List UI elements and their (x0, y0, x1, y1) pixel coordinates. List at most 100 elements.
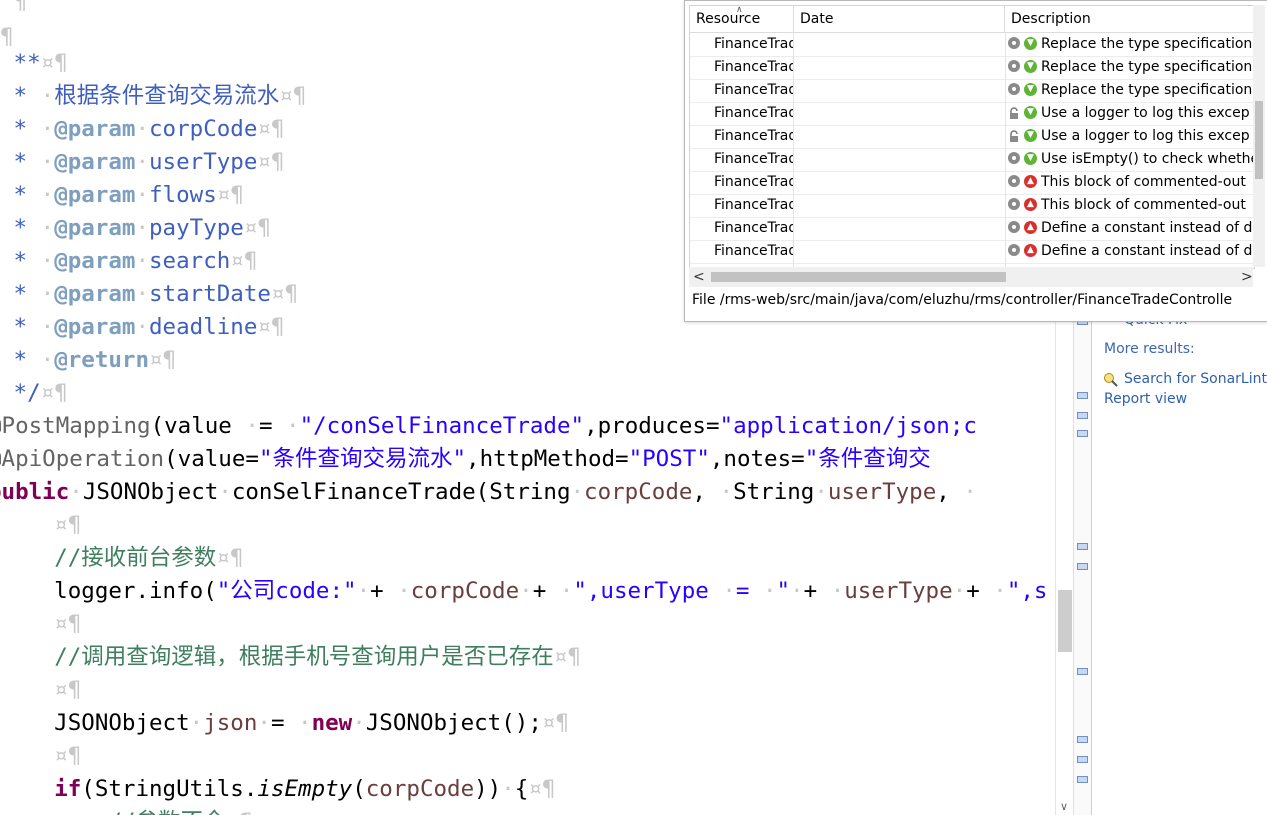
code-token: (value= (164, 446, 259, 472)
code-line[interactable]: ¤¶ (0, 674, 81, 707)
problem-row[interactable]: FinanceTrad ▼ Replace the type specificati… (690, 79, 1254, 103)
problem-resource: FinanceTrad (690, 240, 794, 263)
problem-row[interactable]: FinanceTrad ▼ Replace the type specificati… (690, 56, 1254, 80)
code-line[interactable]: //参数不全¤¶ (0, 806, 252, 815)
code-line[interactable]: * ·@param·payType¤¶ (0, 212, 271, 245)
code-line[interactable]: * ·@param·startDate¤¶ (0, 278, 299, 311)
code-token: ",s (1006, 578, 1048, 604)
scroll-left-button[interactable]: < (693, 267, 705, 287)
problem-resource: FinanceTrad (690, 56, 794, 79)
code-token: + (803, 578, 831, 604)
ruler-mark[interactable] (1077, 392, 1088, 399)
problem-row[interactable]: FinanceTrad ▼ Use a logger to log this exc… (690, 102, 1254, 126)
ruler-mark[interactable] (1077, 776, 1088, 783)
code-token: * (0, 215, 41, 241)
code-token: · (135, 182, 150, 208)
problem-row[interactable]: FinanceTrad ▼ Replace the type specificati… (690, 33, 1254, 57)
code-token: · (135, 215, 150, 241)
problems-horizontal-scrollbar[interactable]: < > (689, 267, 1253, 287)
code-token: { (514, 776, 529, 802)
problem-row[interactable]: FinanceTrad ▼ Use isEmpty() to check wheth… (690, 148, 1254, 172)
problem-description-cell: ▼ Use a logger to log this excep (1005, 125, 1254, 148)
problems-scroll-thumb[interactable] (1255, 101, 1263, 179)
problem-date (794, 240, 1006, 263)
code-token: · (40, 314, 55, 340)
problem-resource: FinanceTrad (690, 171, 794, 194)
code-line[interactable]: if(StringUtils.isEmpty(corpCode))·{¤¶ (0, 773, 555, 806)
code-token: @param (54, 281, 136, 307)
code-token: · (993, 578, 1007, 604)
problem-row[interactable]: FinanceTrad ▲ This block of commented-out (690, 171, 1254, 195)
problem-date (794, 217, 1006, 240)
code-line[interactable]: @ApiOperation(value="条件查询交易流水",httpMetho… (0, 443, 931, 476)
search-sonarlint-link[interactable]: Search for SonarLint (1124, 371, 1267, 387)
code-token: * (0, 83, 41, 109)
report-view-link[interactable]: Report view (1104, 391, 1187, 407)
code-token: · (570, 479, 585, 505)
severity-major-icon: ▲ (1024, 175, 1037, 188)
code-token: · (830, 578, 845, 604)
code-line[interactable]: ¶ (0, 0, 28, 19)
code-token: , (936, 479, 964, 505)
ruler-mark[interactable] (1077, 543, 1088, 550)
code-token: ¤¶ (528, 776, 556, 802)
code-token: · (135, 149, 150, 175)
problems-hscroll-thumb[interactable] (711, 272, 1006, 282)
code-token: ** (0, 50, 41, 76)
code-token: ¤¶ (216, 182, 244, 208)
code-line[interactable]: * ·@param·search¤¶ (0, 245, 258, 278)
severity-minor-icon: ▼ (1024, 83, 1037, 96)
code-line[interactable]: ¤¶ (0, 608, 81, 641)
column-header-resource[interactable]: ∧ Resource (690, 6, 794, 33)
editor-scroll-thumb[interactable] (1058, 590, 1072, 652)
code-line[interactable]: * ·@param·userType¤¶ (0, 146, 285, 179)
code-line[interactable]: * ·@param·corpCode¤¶ (0, 113, 285, 146)
severity-major-icon: ▲ (1024, 198, 1037, 211)
code-line[interactable]: ¤¶ (0, 740, 81, 773)
column-header-date[interactable]: Date (794, 6, 1005, 33)
code-line[interactable]: */¤¶ (0, 377, 68, 410)
rule-icon (1008, 198, 1020, 210)
ruler-mark[interactable] (1077, 412, 1088, 419)
code-line[interactable]: public·JSONObject·conSelFinanceTrade(Str… (0, 476, 977, 509)
code-line[interactable]: //接收前台参数¤¶ (0, 542, 243, 575)
problem-row[interactable]: FinanceTrad ▼ Use a logger to log this exc… (690, 125, 1254, 149)
code-line[interactable]: JSONObject·json·= ·new·JSONObject();¤¶ (0, 707, 569, 740)
code-line[interactable]: * ·@param·flows¤¶ (0, 179, 244, 212)
code-line[interactable]: * ·@param·deadline¤¶ (0, 311, 285, 344)
problem-resource: FinanceTrad (690, 125, 794, 148)
code-line[interactable]: @PostMapping(value ·= ·"/conSelFinanceTr… (0, 410, 977, 443)
ruler-mark[interactable] (1077, 736, 1088, 743)
problem-date (794, 171, 1006, 194)
problems-vertical-scrollbar[interactable] (1253, 5, 1265, 267)
code-token: (StringUtils. (81, 776, 258, 802)
code-line[interactable]: **¤¶ (0, 47, 68, 80)
code-token: deadline (149, 314, 258, 340)
code-token: ¶ (0, 0, 28, 15)
code-line[interactable]: //调用查询逻辑，根据手机号查询用户是否已存在¤¶ (0, 641, 581, 674)
code-token: * (0, 149, 41, 175)
code-token: · (218, 479, 232, 505)
problem-resource: FinanceTrad (690, 217, 794, 240)
problem-row[interactable]: FinanceTrad ▲ Define a constant instead of… (690, 217, 1254, 241)
code-token: * (0, 347, 41, 373)
code-line[interactable]: * ·根据条件查询交易流水¤¶ (0, 80, 307, 113)
ruler-mark[interactable] (1077, 430, 1088, 437)
code-token: userType (844, 578, 953, 604)
code-token: corpCode (149, 116, 258, 142)
code-line[interactable]: * ·@return¤¶ (0, 344, 177, 377)
code-line[interactable]: logger.info("公司code:"·+ ·corpCode·+ ·",u… (0, 575, 1047, 608)
column-header-description[interactable]: Description (1005, 6, 1254, 33)
ruler-mark[interactable] (1077, 668, 1088, 675)
ruler-mark[interactable] (1077, 756, 1088, 763)
lock-icon (1009, 128, 1019, 142)
code-token: = (735, 578, 763, 604)
code-token: · (814, 479, 828, 505)
ruler-mark[interactable] (1077, 563, 1088, 570)
chevron-down-icon[interactable]: ∨ (1060, 800, 1068, 813)
problem-row[interactable]: FinanceTrad ▲ Define a constant instead of… (690, 240, 1254, 264)
code-token: * (0, 116, 41, 142)
problem-row[interactable]: FinanceTrad ▲ This block of commented-out (690, 194, 1254, 218)
code-line[interactable]: ¤¶ (0, 509, 81, 542)
scroll-right-button[interactable]: > (1241, 267, 1253, 287)
